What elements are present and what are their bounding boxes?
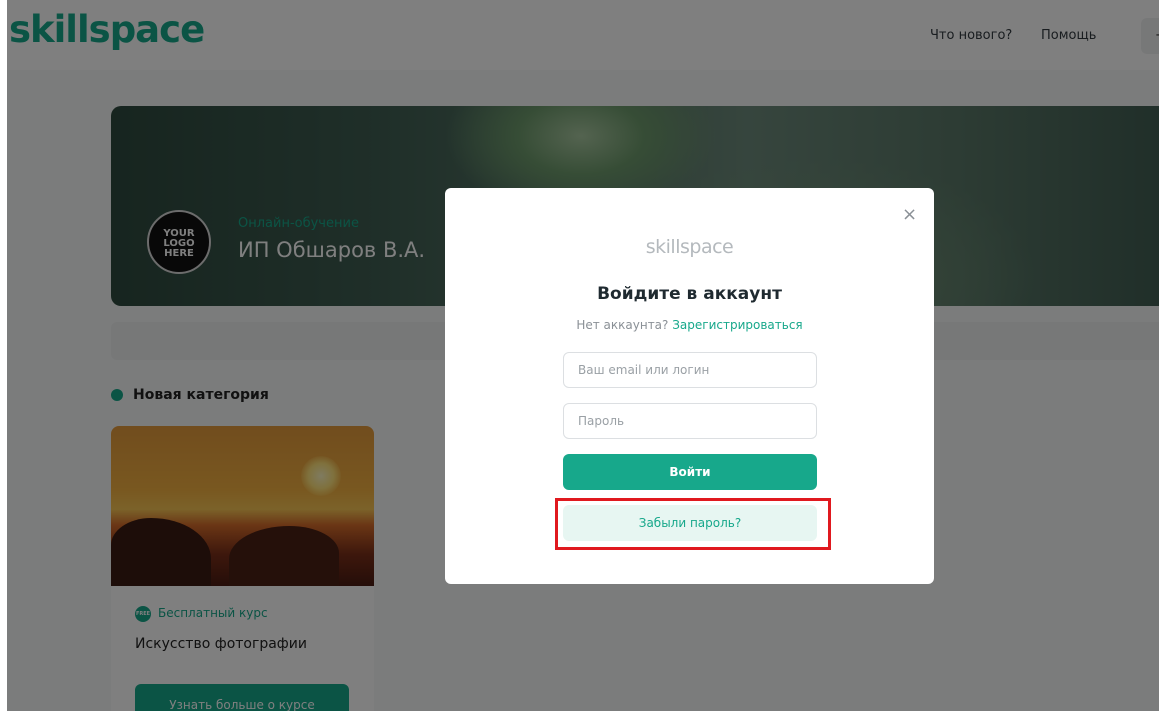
page: skillspace Что нового? Помощь + YOURLOGO…: [7, 0, 1159, 711]
no-account-text: Нет аккаунта?: [576, 318, 669, 332]
register-link[interactable]: Зарегистрироваться: [672, 318, 802, 332]
login-button[interactable]: Войти: [563, 454, 817, 490]
highlight-box: [555, 498, 831, 550]
modal-title: Войдите в аккаунт: [597, 284, 782, 304]
register-prompt: Нет аккаунта? Зарегистрироваться: [445, 318, 934, 332]
password-field[interactable]: [563, 403, 817, 439]
close-icon[interactable]: ×: [902, 206, 917, 224]
email-field[interactable]: [563, 352, 817, 388]
modal-logo: skillspace: [645, 236, 734, 258]
